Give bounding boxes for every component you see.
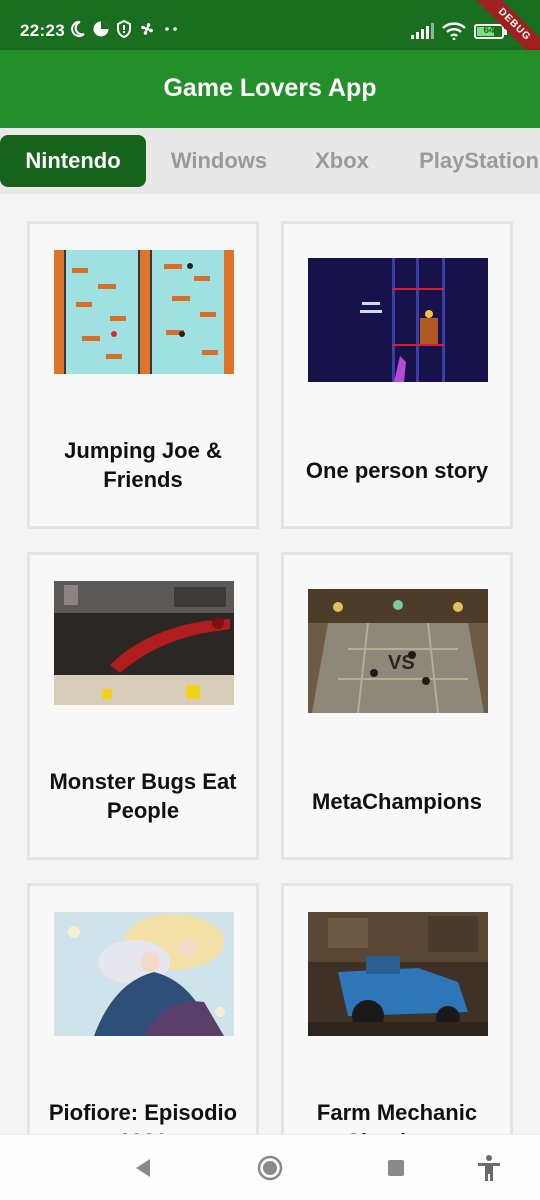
game-card[interactable]: One person story	[281, 221, 513, 529]
game-title: MetaChampions	[312, 789, 482, 814]
game-grid: Jumping Joe & Friends One person story M…	[0, 194, 540, 1134]
wifi-icon	[442, 22, 466, 40]
accessibility-icon[interactable]	[474, 1153, 504, 1183]
game-card[interactable]: Jumping Joe & Friends	[27, 221, 259, 529]
tab-xbox[interactable]: Xbox	[296, 135, 388, 187]
battery-level: 64	[483, 24, 495, 36]
fan-icon	[141, 23, 153, 35]
anime-art-thumbnail	[54, 912, 234, 1036]
battery-icon: 64	[474, 23, 507, 39]
game-title: Monster Bugs Eat People	[49, 769, 237, 823]
shield-icon	[117, 20, 131, 38]
tab-windows[interactable]: Windows	[152, 135, 286, 187]
game-card[interactable]: Monster Bugs Eat People	[27, 552, 259, 860]
tab-playstation[interactable]: PlayStation	[404, 135, 540, 187]
more-dots-icon	[165, 27, 177, 31]
game-title: Jumping Joe & Friends	[64, 438, 222, 492]
pie-icon	[93, 21, 109, 37]
worm-city-thumbnail	[54, 581, 234, 705]
tractor-thumbnail	[308, 912, 488, 1036]
game-title: One person story	[305, 458, 489, 483]
app-bar: Game Lovers App	[0, 50, 540, 128]
game-title: Piofiore: Episodio 1926	[48, 1100, 238, 1134]
back-icon[interactable]	[128, 1153, 158, 1183]
moon-icon	[71, 20, 85, 37]
recents-icon[interactable]	[381, 1153, 411, 1183]
home-icon[interactable]	[255, 1153, 285, 1183]
signal-icon	[411, 23, 434, 39]
game-card[interactable]: Piofiore: Episodio 1926	[27, 883, 259, 1134]
platformer-thumbnail	[54, 250, 234, 374]
game-title: Farm Mechanic Simulator	[316, 1100, 478, 1134]
game-card[interactable]: VS MetaChampions	[281, 552, 513, 860]
status-time: 22:23	[20, 21, 65, 40]
status-bar: 22:23 64 DEBUG	[0, 0, 540, 74]
tab-nintendo[interactable]: Nintendo	[0, 135, 146, 187]
platform-tabs: Nintendo Windows Xbox PlayStation	[0, 128, 540, 194]
app-title: Game Lovers App	[163, 74, 377, 102]
arena-thumbnail: VS	[308, 589, 488, 713]
system-nav-bar	[0, 1134, 540, 1200]
game-card[interactable]: Farm Mechanic Simulator	[281, 883, 513, 1134]
neon-tower-thumbnail	[308, 258, 488, 382]
